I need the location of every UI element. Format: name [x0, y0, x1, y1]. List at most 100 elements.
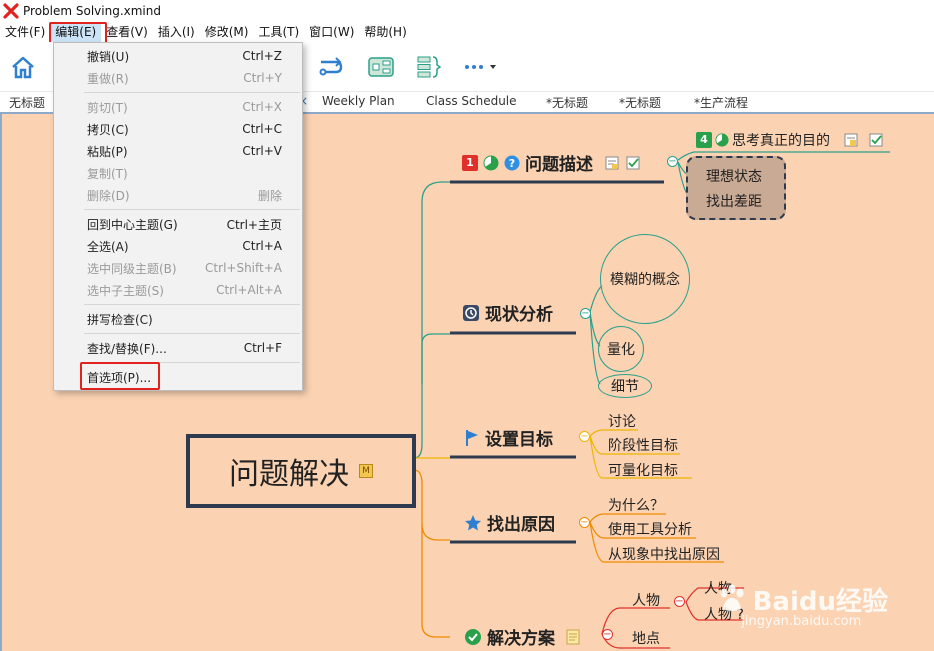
topic-quantify-label: 量化	[607, 342, 635, 358]
menu-item-undo[interactable]: 撤销(U) Ctrl+Z	[54, 45, 302, 67]
baidu-paw-icon	[720, 584, 744, 611]
tab-untitled-3[interactable]: *无标题	[619, 94, 661, 111]
menu-file[interactable]: 文件(F)	[0, 22, 50, 42]
home-button[interactable]	[6, 50, 40, 84]
watermark-brand: Baidu经验	[752, 587, 888, 617]
topic-solution-label: 解决方案	[487, 629, 555, 649]
topic-phase-goal[interactable]: 阶段性目标	[608, 435, 678, 455]
more-button[interactable]	[464, 50, 498, 84]
summary-button[interactable]	[412, 50, 446, 84]
topic-use-tools[interactable]: 使用工具分析	[608, 519, 692, 539]
menu-item-select-siblings[interactable]: 选中同级主题(B) Ctrl+Shift+A	[54, 257, 302, 279]
relationship-icon	[319, 57, 343, 76]
menu-separator	[84, 209, 300, 210]
collapse-goal-button[interactable]: −	[579, 431, 590, 442]
menu-item-find-replace[interactable]: 查找/替换(F)... Ctrl+F	[54, 337, 302, 359]
topic-place[interactable]: 地点	[632, 628, 660, 648]
menu-separator	[84, 92, 300, 93]
topic-status[interactable]: 现状分析	[462, 300, 553, 325]
tab-untitled-2[interactable]: *无标题	[546, 94, 588, 111]
tab-production-flow[interactable]: *生产流程	[694, 94, 748, 111]
topic-why[interactable]: 为什么？	[608, 495, 664, 515]
menu-modify[interactable]: 修改(M)	[200, 22, 254, 42]
menu-item-go-central[interactable]: 回到中心主题(G) Ctrl+主页	[54, 213, 302, 235]
menu-bar: 文件(F) 编辑(E) 查看(V) 插入(I) 修改(M) 工具(T) 窗口(W…	[0, 22, 934, 42]
menu-separator	[84, 362, 300, 363]
topic-think-purpose[interactable]: 4 思考真正的目的	[696, 130, 884, 150]
note-icon	[844, 133, 858, 147]
menu-item-paste[interactable]: 粘贴(P) Ctrl+V	[54, 140, 302, 162]
menu-edit[interactable]: 编辑(E)	[50, 22, 102, 42]
topic-find-gap[interactable]: 找出差距	[706, 191, 762, 211]
topic-person[interactable]: 人物	[632, 590, 660, 610]
topic-describe-label: 问题描述	[525, 155, 593, 175]
topic-think-purpose-label: 思考真正的目的	[732, 133, 830, 149]
topic-detail[interactable]: 细节	[598, 374, 652, 398]
menu-item-spell-check[interactable]: 拼写检查(C)	[54, 308, 302, 330]
tab-weekly-plan[interactable]: Weekly Plan	[322, 94, 395, 108]
menu-view[interactable]: 查看(V)	[101, 22, 153, 42]
menu-item-preferences[interactable]: 首选项(P)...	[54, 366, 302, 388]
topic-goal-label: 设置目标	[485, 430, 553, 450]
title-bar: Problem Solving.xmind	[0, 0, 934, 22]
topic-goal[interactable]: 设置目标	[464, 425, 553, 450]
relationship-button[interactable]	[314, 50, 348, 84]
topic-vague-concept[interactable]: 模糊的概念	[600, 234, 690, 324]
topic-discussion[interactable]: 讨论	[608, 411, 636, 431]
progress-pie-icon	[715, 133, 729, 147]
task-icon	[869, 133, 883, 147]
collapse-status-button[interactable]: −	[580, 308, 591, 319]
menu-tools[interactable]: 工具(T)	[253, 22, 304, 42]
collapse-solution-button[interactable]: −	[602, 629, 613, 640]
clock-icon	[463, 304, 479, 321]
boundary-button[interactable]	[364, 50, 398, 84]
menu-insert[interactable]: 插入(I)	[153, 22, 200, 42]
menu-item-select-children[interactable]: 选中子主题(S) Ctrl+Alt+A	[54, 279, 302, 301]
marker-m-icon: M	[359, 464, 373, 478]
menu-window[interactable]: 窗口(W)	[304, 22, 359, 42]
topic-from-phenomenon[interactable]: 从现象中找出原因	[608, 544, 720, 564]
edit-dropdown-menu: 撤销(U) Ctrl+Z 重做(R) Ctrl+Y 剪切(T) Ctrl+X 拷贝(C…	[53, 42, 303, 391]
collapse-cause-button[interactable]: −	[579, 517, 590, 528]
note-icon	[605, 156, 619, 169]
progress-pie-icon	[483, 155, 499, 170]
more-icon	[465, 65, 496, 69]
topic-solution[interactable]: 解决方案	[464, 624, 580, 649]
menu-help[interactable]: 帮助(H)	[359, 22, 411, 42]
svg-text:?: ?	[509, 157, 515, 170]
central-topic-label: 问题解决	[229, 457, 349, 492]
central-topic[interactable]: 问题解决 M	[186, 434, 416, 508]
priority-1-icon: 1	[462, 154, 478, 171]
tab-class-schedule[interactable]: Class Schedule	[426, 94, 517, 108]
menu-item-delete[interactable]: 删除(D) 删除	[54, 184, 302, 206]
menu-item-select-all[interactable]: 全选(A) Ctrl+A	[54, 235, 302, 257]
topic-vague-concept-label: 模糊的概念	[610, 272, 680, 288]
task-icon	[626, 156, 640, 169]
collapse-describe-button[interactable]: −	[667, 156, 678, 167]
menu-item-redo[interactable]: 重做(R) Ctrl+Y	[54, 67, 302, 89]
menu-item-duplicate[interactable]: 复制(T)	[54, 162, 302, 184]
baidu-watermark: Baidu经验 jingyan.baidu.com	[715, 581, 888, 629]
home-icon	[12, 56, 34, 79]
topic-measurable-goal[interactable]: 可量化目标	[608, 460, 678, 480]
tab-untitled[interactable]: 无标题	[9, 94, 45, 111]
menu-separator	[84, 304, 300, 305]
star-icon	[465, 514, 481, 530]
flag-icon	[466, 429, 478, 446]
note-icon	[566, 629, 580, 644]
topic-quantify[interactable]: 量化	[598, 326, 644, 372]
menu-item-copy[interactable]: 拷贝(C) Ctrl+C	[54, 118, 302, 140]
topic-status-label: 现状分析	[485, 305, 553, 325]
check-circle-icon	[465, 628, 481, 645]
topic-cause[interactable]: 找出原因	[464, 510, 555, 535]
summary-icon	[417, 56, 442, 78]
topic-detail-label: 细节	[611, 379, 639, 395]
menu-item-cut[interactable]: 剪切(T) Ctrl+X	[54, 96, 302, 118]
xmind-logo-icon	[3, 3, 19, 19]
collapse-person-button[interactable]: −	[674, 596, 685, 607]
topic-cause-label: 找出原因	[487, 515, 555, 535]
topic-describe[interactable]: 1 ? 问题描述	[462, 150, 641, 175]
topic-ideal-state[interactable]: 理想状态	[706, 166, 762, 186]
menu-separator	[84, 333, 300, 334]
boundary-icon	[368, 57, 394, 77]
